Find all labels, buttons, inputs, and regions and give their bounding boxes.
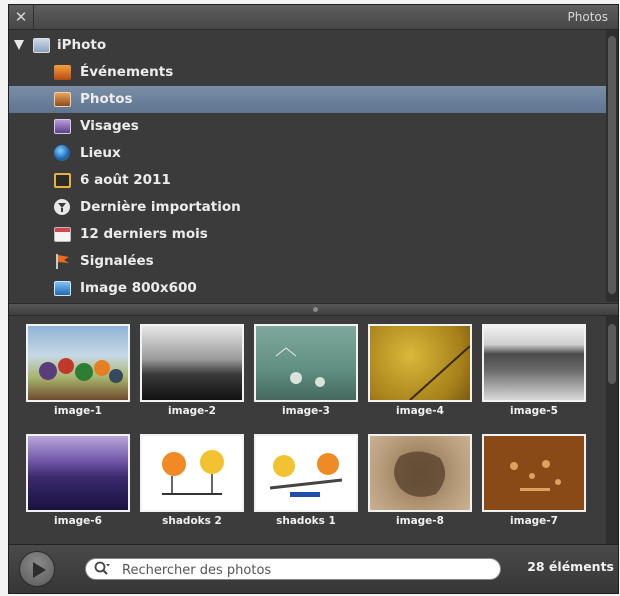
- thumbnail-caption: image-2: [168, 405, 216, 417]
- close-button[interactable]: ✕: [9, 5, 34, 29]
- photo-browser-scroll-thumb[interactable]: [608, 324, 616, 384]
- photos-icon: [54, 92, 71, 107]
- source-item-label: Signalées: [80, 253, 154, 269]
- photo-browser: image-1 image-2 image-3 image-4 image-5 …: [9, 316, 608, 544]
- source-item-last-12-months[interactable]: 12 derniers mois: [9, 221, 608, 248]
- iphoto-icon: [33, 38, 50, 53]
- panel-title: Photos: [567, 10, 608, 24]
- photo-thumbnail[interactable]: image-3: [254, 324, 358, 424]
- photo-thumbnail[interactable]: image-6: [26, 434, 130, 534]
- photo-thumbnail[interactable]: image-2: [140, 324, 244, 424]
- search-icon[interactable]: [94, 561, 110, 577]
- thumbnail-caption: shadoks 2: [162, 515, 222, 527]
- play-slideshow-button[interactable]: [19, 551, 55, 587]
- thumbnail-caption: image-7: [510, 515, 558, 527]
- photo-thumbnail[interactable]: shadoks 1: [254, 434, 358, 534]
- item-count: 28 éléments: [527, 559, 614, 574]
- source-item-event-date[interactable]: 6 août 2011: [9, 167, 608, 194]
- photo-thumbnail[interactable]: image-5: [482, 324, 586, 424]
- source-list: iPhoto Événements Photos Visages Lieux 6…: [9, 30, 608, 302]
- thumbnail-image: [140, 324, 244, 402]
- photo-thumbnail[interactable]: image-8: [368, 434, 472, 534]
- source-item-label: iPhoto: [57, 37, 107, 53]
- thumbnail-caption: image-4: [396, 405, 444, 417]
- source-item-photos[interactable]: Photos: [9, 86, 608, 113]
- title-bar: ✕ Photos: [9, 5, 618, 30]
- source-item-label: Photos: [80, 91, 133, 107]
- splitter-handle-icon[interactable]: [313, 307, 318, 312]
- source-item-label: Visages: [80, 118, 139, 134]
- source-item-faces[interactable]: Visages: [9, 113, 608, 140]
- source-list-scrollbar[interactable]: [606, 30, 618, 302]
- thumbnail-caption: image-3: [282, 405, 330, 417]
- photo-browser-scrollbar[interactable]: [606, 316, 618, 544]
- last-import-icon: [54, 199, 70, 215]
- thumbnail-image: [26, 434, 130, 512]
- pane-splitter[interactable]: [9, 303, 618, 316]
- bottom-bar: 28 éléments: [9, 544, 618, 593]
- calendar-icon: [54, 227, 71, 242]
- thumbnail-image: [368, 434, 472, 512]
- thumbnail-image: [254, 434, 358, 512]
- photo-thumbnail[interactable]: image-1: [26, 324, 130, 424]
- faces-icon: [54, 119, 71, 134]
- thumbnail-image: [368, 324, 472, 402]
- source-item-iphoto[interactable]: iPhoto: [9, 32, 608, 59]
- thumbnail-caption: shadoks 1: [276, 515, 336, 527]
- thumbnail-image: [482, 434, 586, 512]
- source-item-label: Lieux: [80, 145, 121, 161]
- disclosure-triangle-icon[interactable]: [14, 40, 24, 50]
- source-list-scroll-thumb[interactable]: [608, 36, 616, 294]
- photo-thumbnail[interactable]: shadoks 2: [140, 434, 244, 534]
- source-item-album[interactable]: Image 800x600: [9, 275, 608, 302]
- source-item-flagged[interactable]: Signalées: [9, 248, 608, 275]
- source-item-last-import[interactable]: Dernière importation: [9, 194, 608, 221]
- thumbnail-image: [140, 434, 244, 512]
- source-item-label: Image 800x600: [80, 280, 197, 296]
- thumbnail-caption: image-8: [396, 515, 444, 527]
- search-input[interactable]: [120, 560, 494, 580]
- source-item-label: 6 août 2011: [80, 172, 171, 188]
- thumbnail-caption: image-1: [54, 405, 102, 417]
- thumbnail-caption: image-5: [510, 405, 558, 417]
- thumbnail-image: [254, 324, 358, 402]
- thumbnail-caption: image-6: [54, 515, 102, 527]
- source-item-label: Événements: [80, 64, 174, 80]
- thumbnail-image: [482, 324, 586, 402]
- source-item-label: Dernière importation: [80, 199, 241, 215]
- search-field[interactable]: [85, 558, 501, 580]
- places-globe-icon: [54, 145, 70, 161]
- source-item-events[interactable]: Événements: [9, 59, 608, 86]
- photo-thumbnail[interactable]: image-4: [368, 324, 472, 424]
- event-icon: [54, 173, 71, 188]
- thumbnail-image: [26, 324, 130, 402]
- album-icon: [54, 281, 71, 296]
- source-item-label: 12 derniers mois: [80, 226, 208, 242]
- events-icon: [54, 65, 71, 80]
- photo-thumbnail[interactable]: image-7: [482, 434, 586, 534]
- play-icon: [33, 562, 46, 578]
- photos-panel: ✕ Photos iPhoto Événements Photos Visage…: [8, 4, 619, 594]
- source-item-places[interactable]: Lieux: [9, 140, 608, 167]
- flag-icon: [54, 254, 71, 269]
